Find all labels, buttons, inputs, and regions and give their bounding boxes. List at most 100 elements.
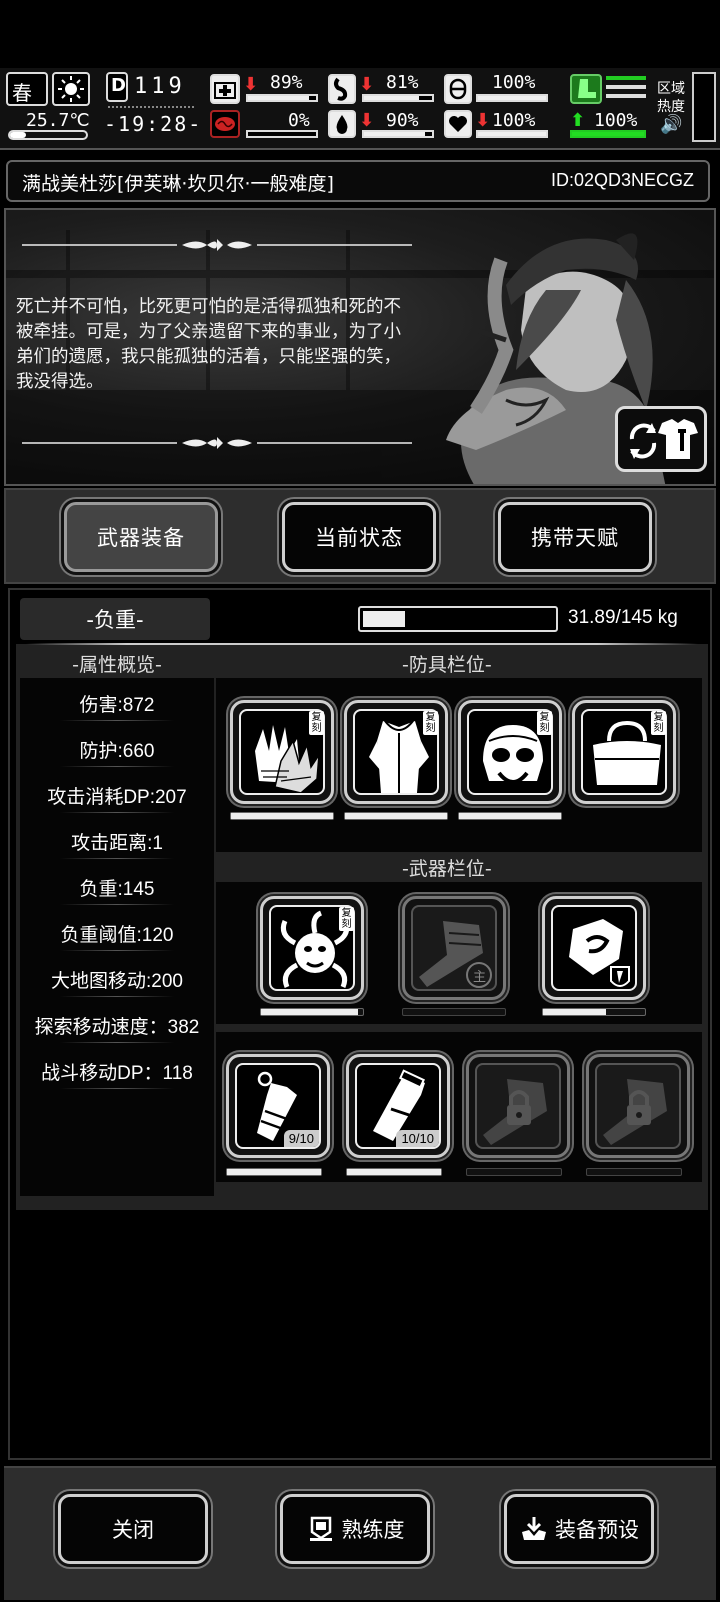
proficiency-button[interactable]: 熟练度 bbox=[280, 1494, 430, 1564]
armor-heading: -防具栏位- bbox=[402, 654, 492, 676]
thirst-bar-fill bbox=[364, 132, 426, 136]
season-box: 春 bbox=[6, 72, 48, 106]
attribute-separator bbox=[60, 996, 174, 997]
tab-carried-talents[interactable]: 携带天赋 bbox=[498, 502, 652, 572]
remaster-tag: 复刻 bbox=[537, 711, 552, 735]
weight-label: -负重- bbox=[20, 598, 210, 640]
hunger-bar-fill bbox=[364, 96, 420, 100]
energy-value: 100% bbox=[492, 72, 536, 93]
boot-icon bbox=[570, 74, 602, 104]
weight-bar bbox=[358, 606, 558, 632]
attribute-separator bbox=[60, 720, 174, 721]
grenade-count: 9/10 bbox=[283, 1130, 319, 1147]
mood-value: 100% bbox=[492, 110, 536, 131]
armor-helmet-durability bbox=[458, 812, 562, 820]
weapon-primary-durability-fill bbox=[261, 1009, 358, 1015]
water-drop-icon bbox=[328, 110, 356, 138]
preset-download-icon bbox=[522, 1517, 546, 1540]
character-title-bar: 满战美杜莎[伊芙琳·坎贝尔·一般难度] ID:02QD3NECGZ bbox=[6, 160, 710, 202]
zone-label-line2: 热度 bbox=[657, 99, 685, 115]
tab-weapons-label: 武器装备 bbox=[97, 526, 185, 550]
zone-heat-meter bbox=[692, 72, 716, 142]
close-button[interactable]: 关闭 bbox=[58, 1494, 208, 1564]
health-value: 89% bbox=[270, 72, 303, 93]
energy-bar bbox=[476, 94, 548, 102]
hunger-bar bbox=[362, 94, 434, 102]
weapon-fist-durability bbox=[402, 1008, 506, 1016]
attribute-separator bbox=[60, 1088, 174, 1089]
infection-value: 0% bbox=[288, 110, 310, 131]
status-bar: 春 25.7℃ D 119 -19:28- ⬇ 89% 0% ⬇ 81% ⬇ 9… bbox=[0, 68, 720, 150]
weapon-slot-secondary[interactable] bbox=[542, 896, 646, 1000]
equipment-panel: -负重- 31.89/145 kg -属性概览- 伤害:872 防护:660 攻击消… bbox=[8, 588, 712, 1460]
health-bar bbox=[246, 94, 318, 102]
tab-status-label: 当前状态 bbox=[315, 526, 403, 550]
armor-slot-bag[interactable]: 复刻 bbox=[572, 700, 676, 804]
consumable-grenade-bar-fill bbox=[227, 1169, 321, 1175]
attribute-stat: 防护:660 bbox=[79, 741, 155, 762]
attribute-separator bbox=[60, 858, 174, 859]
attribute-stat: 探索移动速度：382 bbox=[34, 1017, 200, 1038]
tab-row: 武器装备 当前状态 携带天赋 bbox=[4, 488, 716, 584]
thirst-bar bbox=[362, 130, 434, 138]
remaster-tag: 复刻 bbox=[339, 907, 354, 931]
top-ornament bbox=[22, 239, 412, 251]
remaster-tag: 复刻 bbox=[651, 711, 666, 735]
speaker-icon[interactable]: 🔊 bbox=[660, 114, 682, 135]
close-label: 关闭 bbox=[112, 1518, 154, 1542]
armor-helmet-durability-fill bbox=[459, 813, 561, 819]
consumable-slot-locked-1[interactable] bbox=[466, 1054, 570, 1158]
weapon-primary-durability bbox=[260, 1008, 364, 1016]
day-counter: 119 bbox=[134, 74, 186, 99]
armor-slot-coat[interactable]: 复刻 bbox=[344, 700, 448, 804]
energy-bar-fill bbox=[478, 96, 546, 100]
consumable-grenade-bar bbox=[226, 1168, 322, 1176]
weapon-secondary-durability-fill bbox=[543, 1009, 607, 1015]
consumable-flashlight-bar-fill bbox=[347, 1169, 441, 1175]
health-down-arrow-icon: ⬇ bbox=[243, 74, 259, 95]
attributes-list: 伤害:872 防护:660 攻击消耗DP:207 攻击距离:1 负重:145 负重阈值:1… bbox=[20, 678, 214, 1196]
attribute-stat: 负重阈值:120 bbox=[60, 925, 174, 946]
stamina-stripes bbox=[606, 76, 646, 102]
health-bar-fill bbox=[248, 96, 309, 100]
weapon-slot-fist[interactable]: 主 bbox=[402, 896, 506, 1000]
weapon-secondary-durability bbox=[542, 1008, 646, 1016]
character-name: 满战美杜莎[伊芙琳·坎贝尔·一般难度] bbox=[22, 173, 334, 195]
remaster-tag: 复刻 bbox=[423, 711, 438, 735]
clock-readout: -19:28- bbox=[104, 112, 203, 136]
season-label: 春 bbox=[12, 81, 32, 105]
infection-brain-icon bbox=[210, 110, 240, 138]
section-divider bbox=[26, 643, 698, 645]
change-outfit-button[interactable] bbox=[615, 406, 707, 472]
attribute-stat: 战斗移动DP：118 bbox=[41, 1063, 193, 1084]
weapons-heading: -武器栏位- bbox=[402, 858, 492, 880]
hunger-value: 81% bbox=[386, 72, 419, 93]
character-portrait-panel: 死亡并不可怕，比死更可怕的是活得孤独和死的不被牵挂。可是，为了父亲遗留下来的事业… bbox=[4, 208, 716, 486]
consumable-slot-locked-2[interactable] bbox=[586, 1054, 690, 1158]
tab-talents-label: 携带天赋 bbox=[531, 526, 619, 550]
attribute-stat: 攻击距离:1 bbox=[71, 833, 163, 854]
tab-current-status[interactable]: 当前状态 bbox=[282, 502, 436, 572]
consumable-flashlight-bar bbox=[346, 1168, 442, 1176]
character-quote: 死亡并不可怕，比死更可怕的是活得孤独和死的不被牵挂。可是，为了父亲遗留下来的事业… bbox=[16, 297, 401, 392]
remaster-tag: 复刻 bbox=[309, 711, 324, 735]
weapon-slot-primary[interactable]: 复刻 bbox=[260, 896, 364, 1000]
thirst-value: 90% bbox=[386, 110, 419, 131]
gauntlet-shield-icon bbox=[569, 919, 630, 987]
attribute-separator bbox=[60, 904, 174, 905]
consumable-slot-flashlight[interactable]: 10/10 bbox=[346, 1054, 450, 1158]
tab-weapons-equipment[interactable]: 武器装备 bbox=[64, 502, 218, 572]
armor-slot-helmet[interactable]: 复刻 bbox=[458, 700, 562, 804]
medkit-icon bbox=[210, 74, 240, 104]
consumable-slot-grenade[interactable]: 9/10 bbox=[226, 1054, 330, 1158]
stamina-value: 100% bbox=[594, 110, 638, 131]
armor-slot-gloves[interactable]: 复刻 bbox=[230, 700, 334, 804]
weight-value: 31.89/145 kg bbox=[568, 607, 678, 628]
attribute-separator bbox=[60, 950, 174, 951]
attribute-separator bbox=[60, 812, 174, 813]
equipment-preset-button[interactable]: 装备预设 bbox=[504, 1494, 654, 1564]
consumable-locked-2-bar bbox=[586, 1168, 682, 1176]
mood-bar bbox=[476, 130, 548, 138]
armor-gloves-durability bbox=[230, 812, 334, 820]
locked-fist-icon bbox=[483, 1079, 547, 1145]
